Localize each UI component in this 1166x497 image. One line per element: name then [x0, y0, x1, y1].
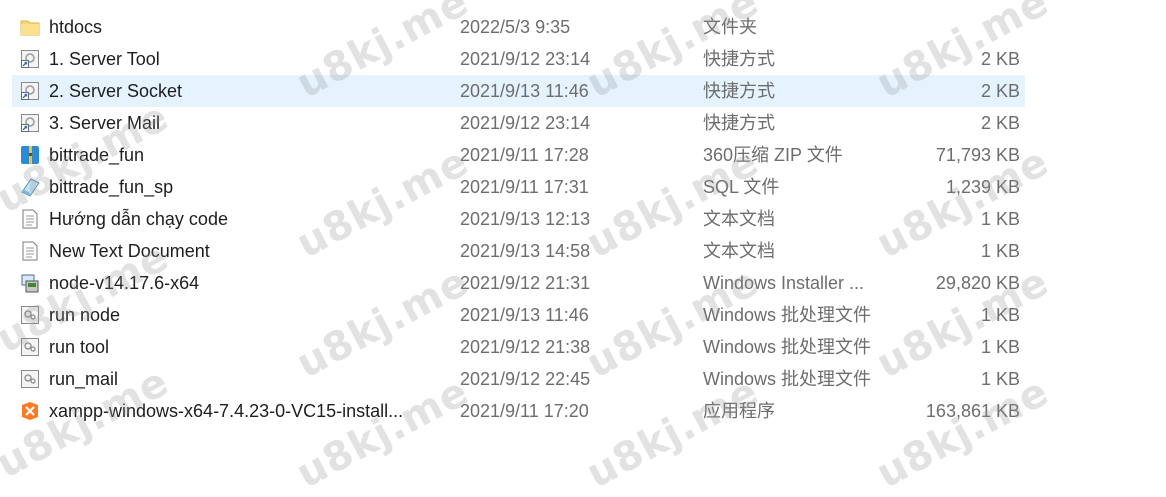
file-type: 快捷方式: [703, 81, 775, 101]
file-row[interactable]: run tool 2021/9/12 21:38 Windows 批处理文件 1 KB: [0, 331, 1166, 363]
file-date-modified: 2021/9/13 11:46: [460, 305, 589, 325]
file-size: 1 KB: [980, 209, 1020, 229]
folder-icon: [19, 17, 41, 37]
file-size: 1 KB: [980, 241, 1020, 261]
file-date-modified: 2021/9/12 21:31: [460, 273, 591, 293]
file-size: 163,861 KB: [925, 401, 1020, 421]
file-size: 1 KB: [980, 305, 1020, 325]
file-date-modified: 2021/9/12 23:14: [460, 113, 591, 133]
file-type: Windows 批处理文件: [703, 337, 872, 357]
file-name: run node: [49, 305, 121, 325]
application-icon: [19, 401, 41, 421]
file-date-modified: 2021/9/12 23:14: [460, 49, 591, 69]
file-date-modified: 2021/9/13 12:13: [460, 209, 591, 229]
file-size: 2 KB: [980, 81, 1020, 101]
file-name: run tool: [49, 337, 110, 357]
file-date-modified: 2021/9/13 11:46: [460, 81, 589, 101]
file-size: 2 KB: [980, 49, 1020, 69]
file-date-modified: 2021/9/11 17:31: [460, 177, 589, 197]
file-date-modified: 2021/9/12 22:45: [460, 369, 591, 389]
file-row[interactable]: node-v14.17.6-x64 2021/9/12 21:31 Windows …: [0, 267, 1166, 299]
file-size: 1,239 KB: [945, 177, 1020, 197]
file-name: Hướng dẫn chạy code: [49, 209, 228, 229]
file-size: 1 KB: [980, 369, 1020, 389]
file-date-modified: 2021/9/13 14:58: [460, 241, 591, 261]
file-row[interactable]: 3. Server Mail 2021/9/12 23:14 快捷方式 2 KB: [0, 107, 1166, 139]
file-row[interactable]: 1. Server Tool 2021/9/12 23:14 快捷方式 2 KB: [0, 43, 1166, 75]
file-row[interactable]: New Text Document 2021/9/13 14:58 文本文档 1 KB: [0, 235, 1166, 267]
file-size: 29,820 KB: [935, 273, 1020, 293]
batch-file-icon: [19, 337, 41, 357]
file-row[interactable]: Hướng dẫn chạy code 2021/9/13 12:13 文本文档 1 …: [0, 203, 1166, 235]
shortcut-icon: [19, 81, 41, 101]
file-type: 文件夹: [703, 17, 757, 37]
file-name: 3. Server Mail: [49, 113, 161, 133]
file-size: 2 KB: [980, 113, 1020, 133]
file-type: Windows 批处理文件: [703, 369, 872, 389]
batch-file-icon: [19, 305, 41, 325]
file-size: 71,793 KB: [935, 145, 1020, 165]
file-size: 1 KB: [980, 337, 1020, 357]
file-type: 应用程序: [703, 401, 775, 421]
installer-icon: [19, 273, 41, 293]
file-date-modified: 2021/9/12 21:38: [460, 337, 591, 357]
file-row[interactable]: 2. Server Socket 2021/9/13 11:46 快捷方式 2 KB: [0, 75, 1166, 107]
file-name: run_mail: [49, 369, 119, 389]
file-date-modified: 2021/9/11 17:28: [460, 145, 589, 165]
file-type: 文本文档: [703, 209, 775, 229]
file-row[interactable]: xampp-windows-x64-7.4.23-0-VC15-install.…: [0, 395, 1166, 427]
file-name: xampp-windows-x64-7.4.23-0-VC15-install.…: [49, 401, 404, 421]
file-name: node-v14.17.6-x64: [49, 273, 200, 293]
file-name: bittrade_fun_sp: [49, 177, 174, 197]
file-type: 快捷方式: [703, 49, 775, 69]
file-size: [900, 11, 1020, 43]
file-date-modified: 2022/5/3 9:35: [460, 17, 571, 37]
file-row[interactable]: run_mail 2021/9/12 22:45 Windows 批处理文件 1 KB: [0, 363, 1166, 395]
text-document-icon: [19, 241, 41, 261]
file-name: bittrade_fun: [49, 145, 145, 165]
file-list: htdocs 2022/5/3 9:35 文件夹 1. Server Tool 2021…: [0, 11, 1166, 427]
file-type: Windows 批处理文件: [703, 305, 872, 325]
file-name: 2. Server Socket: [49, 81, 183, 101]
file-row[interactable]: run node 2021/9/13 11:46 Windows 批处理文件 1 KB: [0, 299, 1166, 331]
file-row[interactable]: bittrade_fun 2021/9/11 17:28 360压缩 ZIP 文件 7…: [0, 139, 1166, 171]
sql-file-icon: [19, 177, 41, 197]
shortcut-icon: [19, 49, 41, 69]
file-type: SQL 文件: [703, 177, 780, 197]
shortcut-icon: [19, 113, 41, 133]
file-date-modified: 2021/9/11 17:20: [460, 401, 589, 421]
file-type: Windows Installer ...: [703, 273, 865, 293]
batch-file-icon: [19, 369, 41, 389]
file-type: 360压缩 ZIP 文件: [703, 145, 843, 165]
file-name: 1. Server Tool: [49, 49, 160, 69]
file-row[interactable]: bittrade_fun_sp 2021/9/11 17:31 SQL 文件 1,23…: [0, 171, 1166, 203]
file-type: 文本文档: [703, 241, 775, 261]
file-name: htdocs: [49, 17, 103, 37]
file-type: 快捷方式: [703, 113, 775, 133]
file-name: New Text Document: [49, 241, 210, 261]
text-document-icon: [19, 209, 41, 229]
file-row[interactable]: htdocs 2022/5/3 9:35 文件夹: [0, 11, 1166, 43]
zip-archive-icon: [19, 145, 41, 165]
